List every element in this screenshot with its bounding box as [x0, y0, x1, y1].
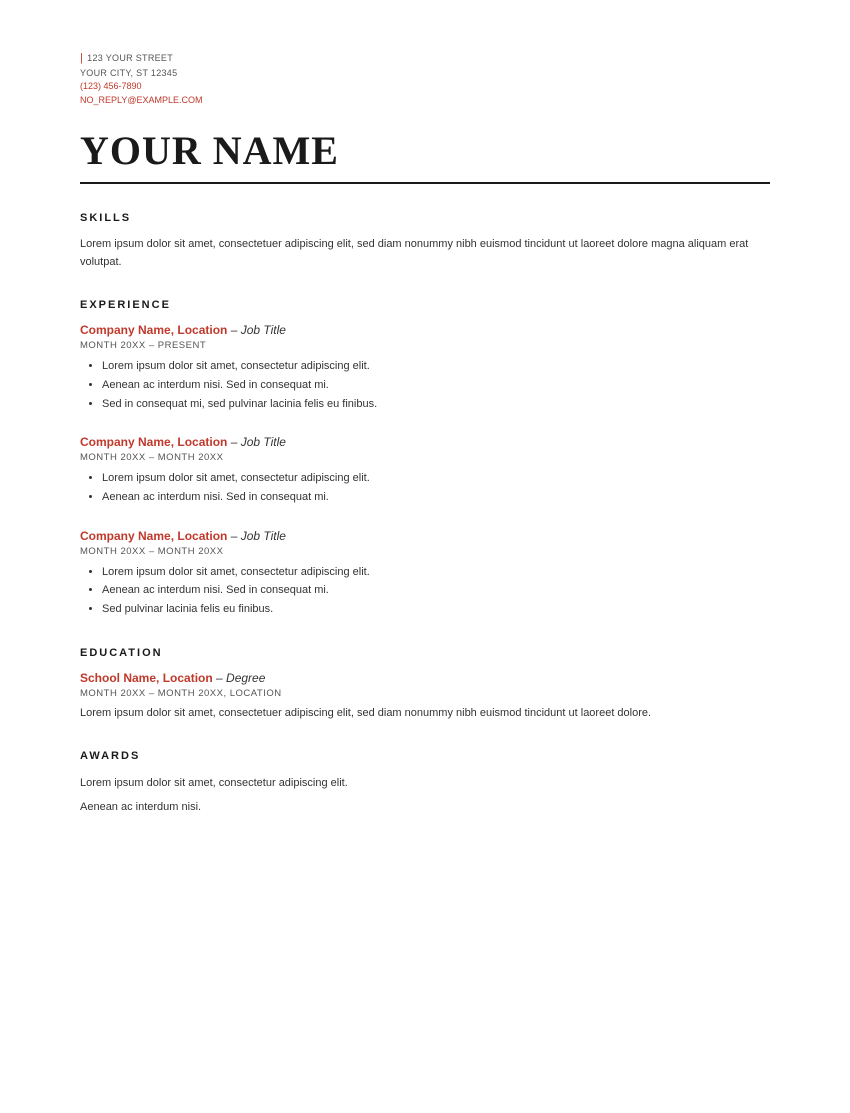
job-title-2: Job Title [241, 435, 286, 449]
address-line-2: YOUR CITY, ST 12345 [80, 67, 770, 81]
date-range-2: MONTH 20XX – MONTH 20XX [80, 452, 770, 463]
bullet-3-2: Aenean ac interdum nisi. Sed in consequa… [102, 581, 770, 600]
date-range-3: MONTH 20XX – MONTH 20XX [80, 546, 770, 557]
school-name-1: School Name, Location [80, 671, 213, 685]
job-title-1: Job Title [241, 323, 286, 337]
company-line-3: Company Name, Location – Job Title [80, 529, 770, 543]
company-name-1: Company Name, Location [80, 323, 227, 337]
email-link[interactable]: NO_REPLY@EXAMPLE.COM [80, 94, 770, 108]
bullet-2-2: Aenean ac interdum nisi. Sed in consequa… [102, 488, 770, 507]
header-address: 123 YOUR STREET YOUR CITY, ST 12345 (123… [80, 50, 770, 107]
education-section: EDUCATION School Name, Location – Degree… [80, 647, 770, 723]
resume-page: 123 YOUR STREET YOUR CITY, ST 12345 (123… [0, 0, 850, 1113]
bullet-list-3: Lorem ipsum dolor sit amet, consectetur … [102, 563, 770, 619]
bullet-1-3: Sed in consequat mi, sed pulvinar lacini… [102, 395, 770, 414]
skills-title: SKILLS [80, 212, 770, 224]
skills-body: Lorem ipsum dolor sit amet, consectetuer… [80, 236, 770, 271]
experience-entry-1: Company Name, Location – Job Title MONTH… [80, 323, 770, 413]
awards-line-1: Lorem ipsum dolor sit amet, consectetur … [80, 774, 770, 794]
edu-dates-1: MONTH 20XX – MONTH 20XX, LOCATION [80, 688, 770, 699]
edu-body-1: Lorem ipsum dolor sit amet, consectetuer… [80, 705, 770, 723]
company-line-2: Company Name, Location – Job Title [80, 435, 770, 449]
address-line-1: 123 YOUR STREET [80, 50, 770, 67]
skills-section: SKILLS Lorem ipsum dolor sit amet, conse… [80, 212, 770, 271]
phone-link[interactable]: (123) 456-7890 [80, 80, 770, 94]
edu-dash-1: – [213, 671, 226, 685]
awards-body: Lorem ipsum dolor sit amet, consectetur … [80, 774, 770, 818]
job-dash-2: – [227, 435, 240, 449]
date-range-1: MONTH 20XX – PRESENT [80, 340, 770, 351]
company-line-1: Company Name, Location – Job Title [80, 323, 770, 337]
awards-line-2: Aenean ac interdum nisi. [80, 798, 770, 818]
bullet-3-3: Sed pulvinar lacinia felis eu finibus. [102, 600, 770, 619]
resume-name: YOUR NAME [80, 127, 770, 174]
experience-section: EXPERIENCE Company Name, Location – Job … [80, 299, 770, 619]
education-entry-1: School Name, Location – Degree MONTH 20X… [80, 671, 770, 723]
education-title: EDUCATION [80, 647, 770, 659]
school-line-1: School Name, Location – Degree [80, 671, 770, 685]
bullet-1-1: Lorem ipsum dolor sit amet, consectetur … [102, 357, 770, 376]
job-title-3: Job Title [241, 529, 286, 543]
experience-entry-3: Company Name, Location – Job Title MONTH… [80, 529, 770, 619]
bullet-2-1: Lorem ipsum dolor sit amet, consectetur … [102, 469, 770, 488]
company-name-3: Company Name, Location [80, 529, 227, 543]
company-name-2: Company Name, Location [80, 435, 227, 449]
bullet-3-1: Lorem ipsum dolor sit amet, consectetur … [102, 563, 770, 582]
bullet-list-2: Lorem ipsum dolor sit amet, consectetur … [102, 469, 770, 506]
name-divider [80, 182, 770, 184]
job-dash-1: – [227, 323, 240, 337]
bullet-1-2: Aenean ac interdum nisi. Sed in consequa… [102, 376, 770, 395]
name-section: YOUR NAME [80, 127, 770, 174]
bullet-list-1: Lorem ipsum dolor sit amet, consectetur … [102, 357, 770, 413]
awards-title: AWARDS [80, 750, 770, 762]
awards-section: AWARDS Lorem ipsum dolor sit amet, conse… [80, 750, 770, 818]
experience-title: EXPERIENCE [80, 299, 770, 311]
job-dash-3: – [227, 529, 240, 543]
experience-entry-2: Company Name, Location – Job Title MONTH… [80, 435, 770, 506]
degree-1: Degree [226, 671, 265, 685]
